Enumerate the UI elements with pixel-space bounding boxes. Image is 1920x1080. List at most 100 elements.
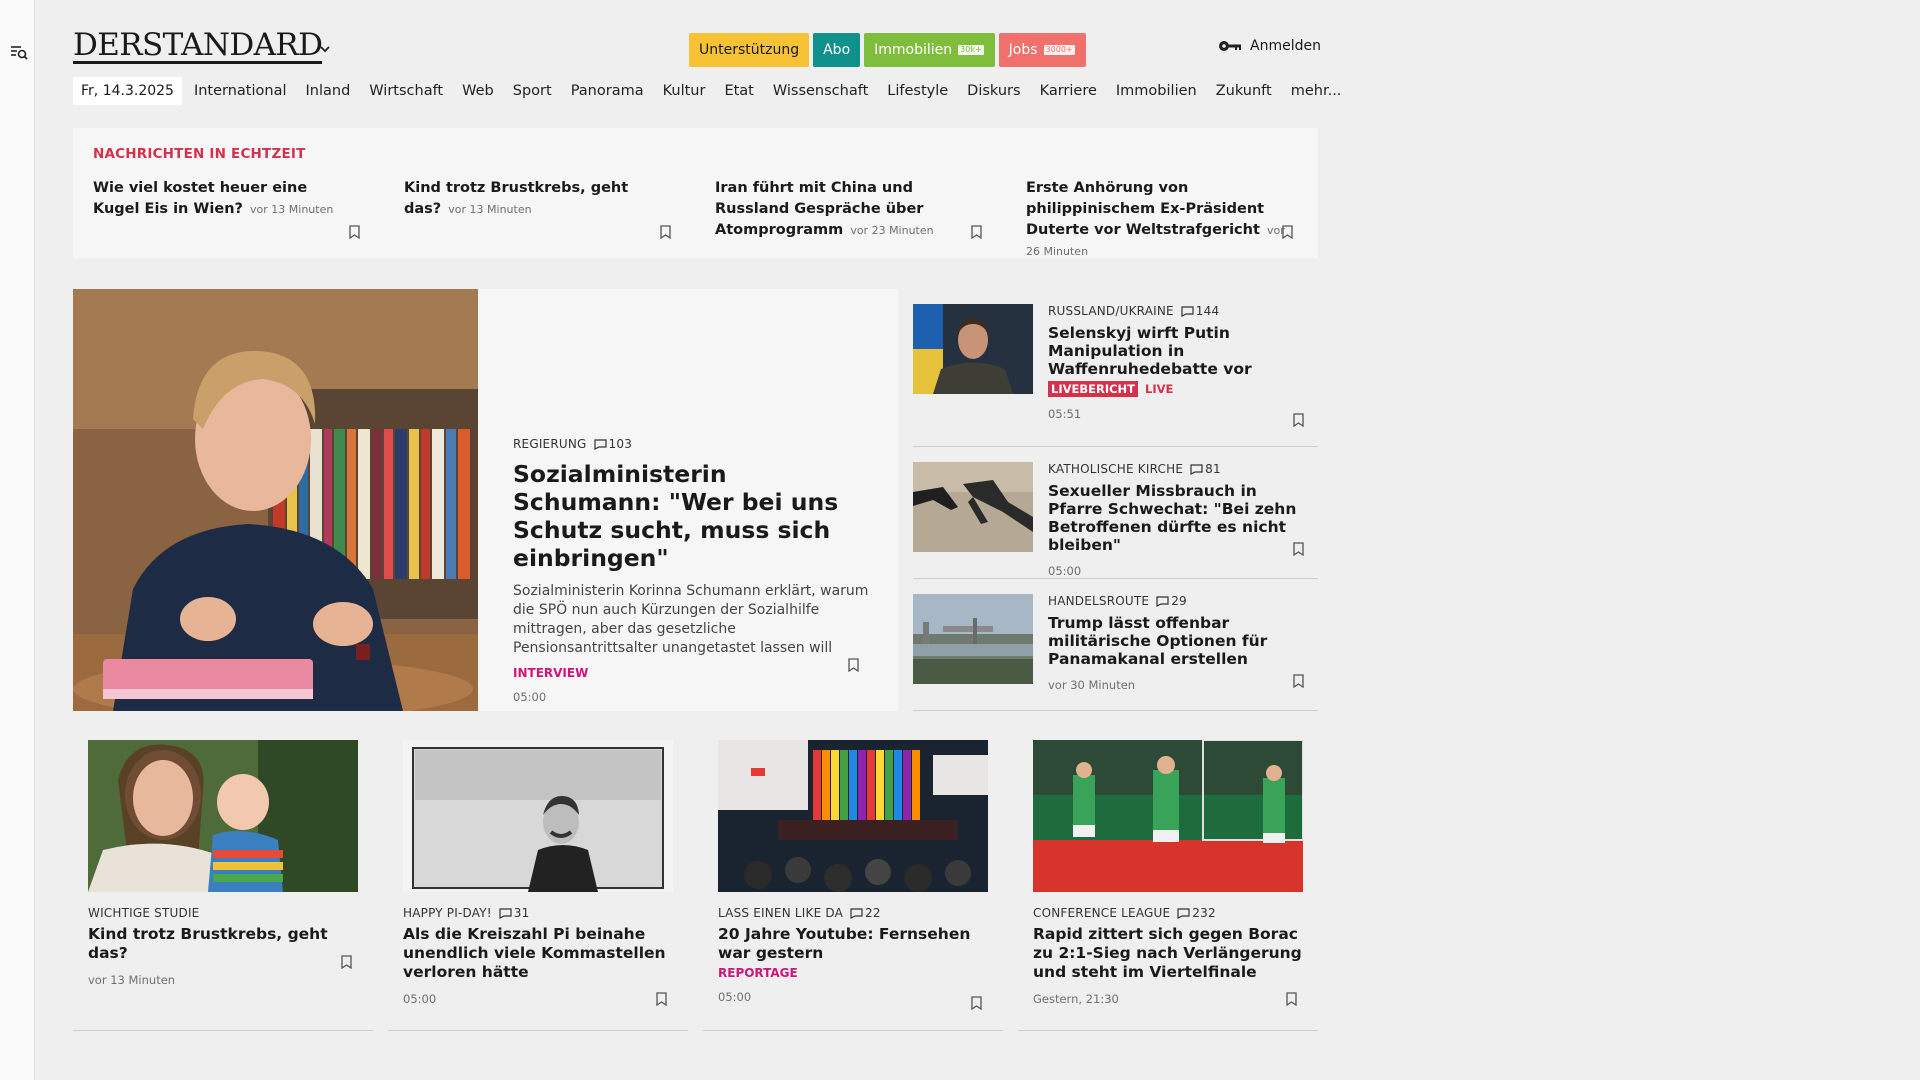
ticker-item[interactable]: Iran führt mit China und Russland Gesprä… xyxy=(715,178,977,242)
card-time: vor 13 Minuten xyxy=(88,973,176,987)
card-comments[interactable]: 232 xyxy=(1177,906,1216,920)
lead-comments[interactable]: 103 xyxy=(593,437,633,451)
ticker-time: vor 23 Minuten xyxy=(850,224,934,237)
side-time: 05:00 xyxy=(1048,564,1082,578)
card-kicker: CONFERENCE LEAGUE 232 xyxy=(1033,906,1303,920)
side-headline[interactable]: Trump lässt offenbar militärische Option… xyxy=(1048,614,1313,668)
bookmark-icon[interactable] xyxy=(1286,992,1297,1006)
bookmark-icon[interactable] xyxy=(1293,542,1304,556)
nav-item[interactable]: Wirtschaft xyxy=(369,83,443,99)
nav-item[interactable]: Immobilien xyxy=(1116,83,1197,99)
nav-item[interactable]: Kultur xyxy=(663,83,706,99)
bookmark-icon[interactable] xyxy=(341,955,352,969)
side-comments[interactable]: 144 xyxy=(1181,304,1220,318)
card-comments[interactable]: 22 xyxy=(850,906,881,920)
lead-image[interactable] xyxy=(73,289,478,711)
login-label: Anmelden xyxy=(1250,38,1321,54)
nav-item[interactable]: Panorama xyxy=(571,83,644,99)
side-story-text: KATHOLISCHE KIRCHE 81 Sexueller Missbrau… xyxy=(1048,462,1313,578)
liveticker-badge: LIVEBERICHT xyxy=(1048,381,1139,397)
side-story[interactable]: KATHOLISCHE KIRCHE 81 Sexueller Missbrau… xyxy=(913,447,1318,579)
support-button[interactable]: Unterstützung xyxy=(689,33,810,67)
article-card[interactable]: LASS EINEN LIKE DA 22 20 Jahre Youtube: … xyxy=(703,740,1003,1031)
card-headline[interactable]: Rapid zittert sich gegen Borac zu 2:1-Si… xyxy=(1033,925,1303,982)
side-headline[interactable]: Selenskyj wirft Putin Manipulation in Wa… xyxy=(1048,324,1313,378)
ticker-headline[interactable]: Erste Anhörung von philippinischem Ex-Pr… xyxy=(1026,178,1288,262)
nav-item[interactable]: Etat xyxy=(724,83,753,99)
card-image[interactable] xyxy=(403,740,673,892)
side-comments[interactable]: 29 xyxy=(1156,594,1187,608)
nav-item[interactable]: Zukunft xyxy=(1216,83,1272,99)
bookmark-icon[interactable] xyxy=(1293,674,1304,688)
card-text: LASS EINEN LIKE DA 22 20 Jahre Youtube: … xyxy=(718,906,988,1004)
support-label: Unterstützung xyxy=(699,42,800,58)
card-kicker: HAPPY PI-DAY! 31 xyxy=(403,906,673,920)
lead-story[interactable]: REGIERUNG 103 Sozialministerin Schumann:… xyxy=(73,289,898,711)
card-headline[interactable]: Kind trotz Brustkrebs, geht das? xyxy=(88,925,358,963)
nav-item[interactable]: Web xyxy=(462,83,494,99)
ticker-headline[interactable]: Wie viel kostet heuer eine Kugel Eis in … xyxy=(93,178,355,220)
bookmark-icon[interactable] xyxy=(656,992,667,1006)
nav-item[interactable]: Karriere xyxy=(1040,83,1097,99)
live-badges: LIVEBERICHT LIVE xyxy=(1048,381,1313,397)
side-category: HANDELSROUTE xyxy=(1048,594,1150,608)
side-story-text: RUSSLAND/UKRAINE 144 Selenskyj wirft Put… xyxy=(1048,304,1313,421)
nav-item[interactable]: Inland xyxy=(306,83,351,99)
comment-icon xyxy=(1181,305,1194,317)
immobilien-button[interactable]: Immobilien 30k+ xyxy=(864,33,995,67)
immobilien-count-badge: 30k+ xyxy=(957,44,985,56)
ticker-item[interactable]: Erste Anhörung von philippinischem Ex-Pr… xyxy=(1026,178,1288,258)
nav-item[interactable]: Lifestyle xyxy=(887,83,948,99)
jobs-count-badge: 3000+ xyxy=(1042,44,1076,56)
ticker-headline[interactable]: Kind trotz Brustkrebs, geht das? vor 13 … xyxy=(404,178,666,220)
abo-label: Abo xyxy=(823,42,851,58)
main-nav: Fr, 14.3.2025 International Inland Wirtsch… xyxy=(73,77,1360,105)
card-headline[interactable]: Als die Kreiszahl Pi beinahe unendlich v… xyxy=(403,925,673,982)
nav-item[interactable]: Diskurs xyxy=(967,83,1020,99)
article-card[interactable]: HAPPY PI-DAY! 31 Als die Kreiszahl Pi be… xyxy=(388,740,688,1031)
header-buttons: Unterstützung Abo Immobilien 30k+ Jobs 300… xyxy=(689,33,1086,67)
bookmark-icon[interactable] xyxy=(349,225,360,239)
nav-item[interactable]: Wissenschaft xyxy=(773,83,868,99)
side-kicker: HANDELSROUTE 29 xyxy=(1048,594,1313,608)
search-menu-icon[interactable] xyxy=(10,43,28,61)
chevron-down-icon[interactable] xyxy=(318,42,332,56)
lead-headline[interactable]: Sozialministerin Schumann: "Wer bei uns … xyxy=(513,460,873,572)
bookmark-icon[interactable] xyxy=(971,225,982,239)
bookmark-icon[interactable] xyxy=(1293,413,1304,427)
side-comments[interactable]: 81 xyxy=(1190,462,1221,476)
side-story-image[interactable] xyxy=(913,462,1033,552)
card-time: 05:00 xyxy=(403,992,437,1006)
side-story[interactable]: RUSSLAND/UKRAINE 144 Selenskyj wirft Put… xyxy=(913,289,1318,447)
abo-button[interactable]: Abo xyxy=(813,33,861,67)
card-image[interactable] xyxy=(718,740,988,892)
article-card[interactable]: WICHTIGE STUDIE Kind trotz Brustkrebs, g… xyxy=(73,740,373,1031)
side-story-image[interactable] xyxy=(913,304,1033,394)
login-button[interactable]: Anmelden xyxy=(1218,38,1321,54)
bookmark-icon[interactable] xyxy=(660,225,671,239)
card-image[interactable] xyxy=(88,740,358,892)
card-comment-count: 232 xyxy=(1192,906,1216,920)
lead-time: 05:00 xyxy=(513,690,547,704)
nav-item[interactable]: Sport xyxy=(513,83,552,99)
card-kicker: LASS EINEN LIKE DA 22 xyxy=(718,906,988,920)
side-comment-count: 81 xyxy=(1205,462,1221,476)
side-stories: RUSSLAND/UKRAINE 144 Selenskyj wirft Put… xyxy=(913,289,1318,711)
side-headline[interactable]: Sexueller Missbrauch in Pfarre Schwechat… xyxy=(1048,482,1313,554)
card-image[interactable] xyxy=(1033,740,1303,892)
nav-item[interactable]: International xyxy=(194,83,287,99)
card-comments[interactable]: 31 xyxy=(499,906,530,920)
ticker-headline[interactable]: Iran führt mit China und Russland Gesprä… xyxy=(715,178,977,241)
side-story-image[interactable] xyxy=(913,594,1033,684)
ticker-item[interactable]: Wie viel kostet heuer eine Kugel Eis in … xyxy=(93,178,355,242)
bookmark-icon[interactable] xyxy=(1282,225,1293,239)
card-headline[interactable]: 20 Jahre Youtube: Fernsehen war gestern xyxy=(718,925,988,963)
article-card[interactable]: CONFERENCE LEAGUE 232 Rapid zittert sich… xyxy=(1018,740,1318,1031)
nav-item[interactable]: mehr... xyxy=(1291,83,1342,99)
site-logo[interactable]: DERSTANDARD xyxy=(73,30,323,64)
ticker-item[interactable]: Kind trotz Brustkrebs, geht das? vor 13 … xyxy=(404,178,666,242)
side-story[interactable]: HANDELSROUTE 29 Trump lässt offenbar mil… xyxy=(913,579,1318,711)
bookmark-icon[interactable] xyxy=(971,996,982,1010)
bookmark-icon[interactable] xyxy=(848,658,859,672)
jobs-button[interactable]: Jobs 3000+ xyxy=(998,33,1086,67)
